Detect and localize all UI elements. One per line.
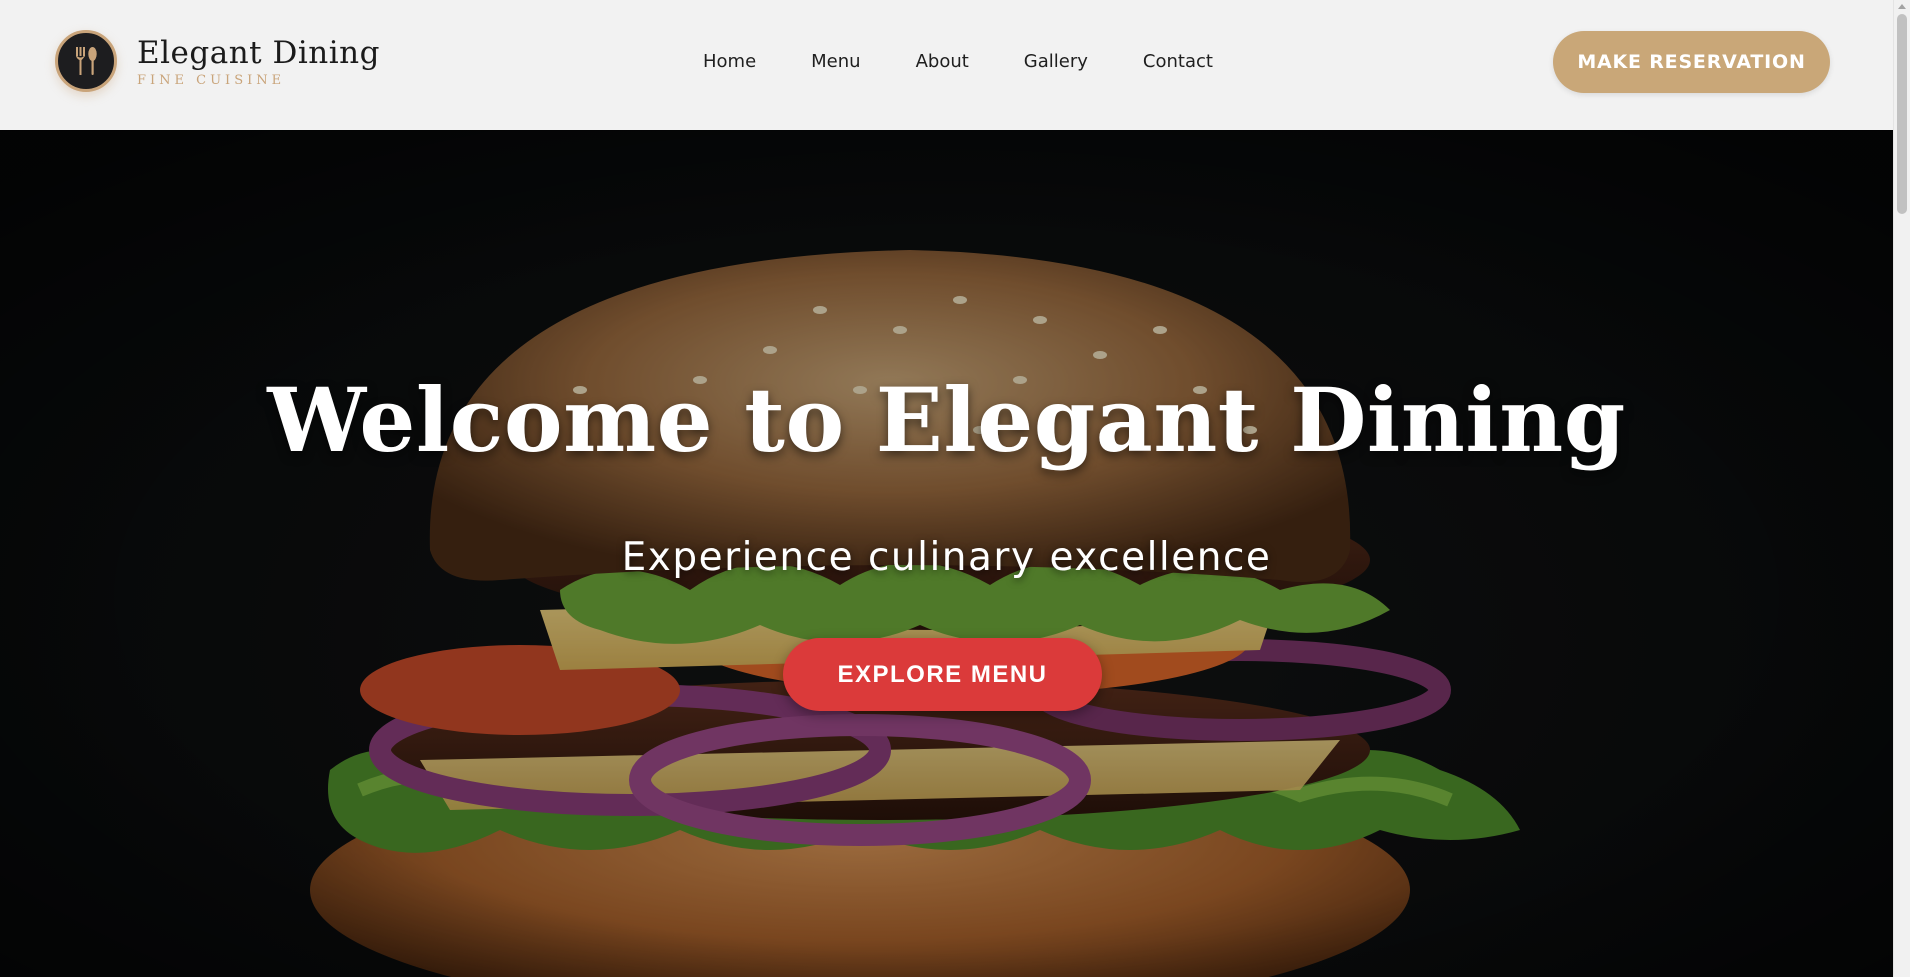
page-scrollbar[interactable] xyxy=(1893,0,1910,977)
make-reservation-button[interactable]: MAKE RESERVATION xyxy=(1553,31,1830,93)
nav-link-menu[interactable]: Menu xyxy=(811,48,860,76)
scroll-up-icon[interactable] xyxy=(1898,4,1906,9)
nav-link-about[interactable]: About xyxy=(916,48,969,76)
brand[interactable]: Elegant Dining FINE CUISINE xyxy=(55,30,380,92)
scrollbar-thumb[interactable] xyxy=(1897,14,1907,214)
brand-subtitle: FINE CUISINE xyxy=(137,72,286,88)
nav-link-gallery[interactable]: Gallery xyxy=(1024,48,1088,76)
explore-menu-button[interactable]: EXPLORE MENU xyxy=(783,638,1102,711)
fork-spoon-icon xyxy=(55,30,117,92)
hero-section: Welcome to Elegant Dining Experience cul… xyxy=(0,130,1893,977)
brand-text: Elegant Dining FINE CUISINE xyxy=(137,35,380,88)
main-nav: Home Menu About Gallery Contact xyxy=(703,48,1213,76)
hero-title: Welcome to Elegant Dining xyxy=(267,368,1626,472)
page: Elegant Dining FINE CUISINE Home Menu Ab… xyxy=(0,0,1910,977)
site-header: Elegant Dining FINE CUISINE Home Menu Ab… xyxy=(0,0,1893,130)
hero-subtitle: Experience culinary excellence xyxy=(621,535,1272,580)
nav-link-home[interactable]: Home xyxy=(703,48,756,76)
brand-title: Elegant Dining xyxy=(137,34,380,71)
nav-link-contact[interactable]: Contact xyxy=(1143,48,1213,76)
